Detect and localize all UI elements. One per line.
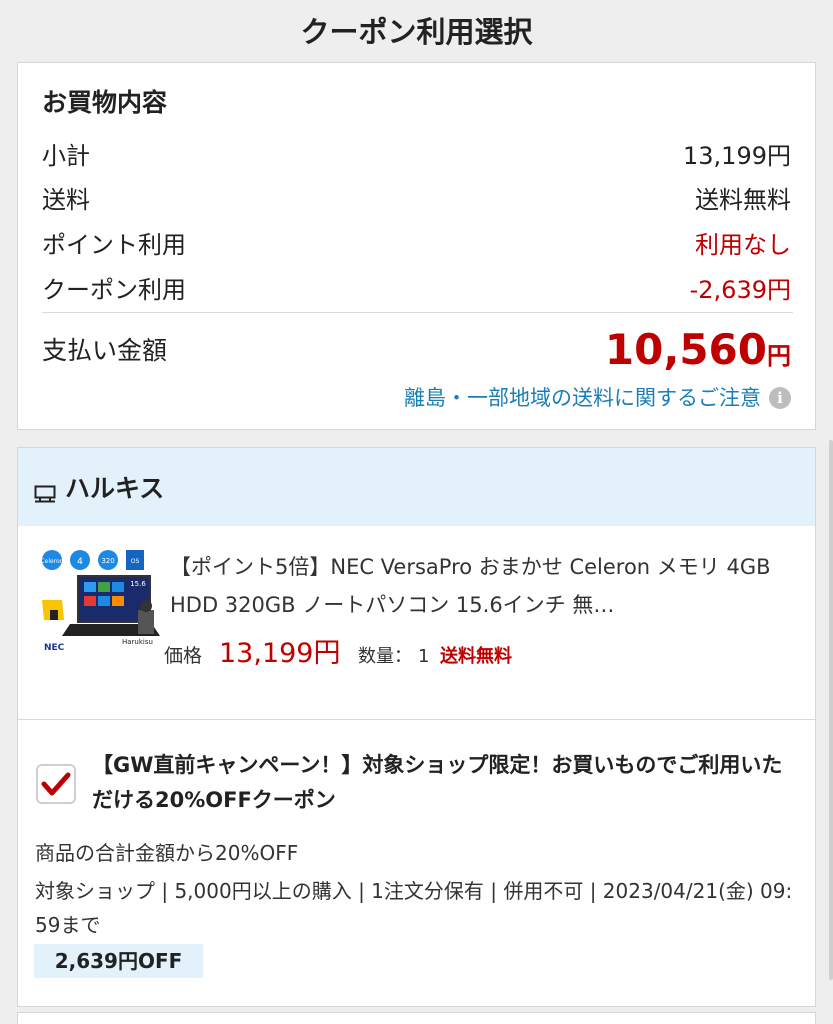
summary-divider (42, 312, 793, 313)
shipping-value: 送料無料 (695, 186, 791, 214)
shop-header[interactable]: ハルキス (18, 448, 815, 526)
thumb-cpu-badge: Celeron (40, 558, 63, 565)
thumb-hdd-badge: 320 (101, 557, 114, 565)
shop-icon (34, 485, 56, 503)
shipping-row: 送料 送料無料 (42, 183, 791, 217)
points-row: ポイント利用 利用なし (42, 228, 791, 262)
shop-name[interactable]: ハルキス (65, 472, 164, 506)
product-price: 13,199円 (219, 638, 341, 669)
total-label: 支払い金額 (42, 336, 168, 365)
checkmark-icon (41, 772, 71, 796)
subtotal-row: 小計 13,199円 (42, 139, 791, 173)
thumb-ram-badge: 4 (77, 557, 83, 567)
subtotal-value: 13,199円 (683, 142, 791, 170)
shipping-label: 送料 (42, 186, 90, 214)
subtotal-label: 小計 (42, 142, 90, 170)
product-thumbnail[interactable]: Celeron 4 320 OS 15.6 NEC Harukisu (40, 548, 168, 658)
coupon-use-value: -2,639円 (689, 276, 791, 304)
total-amount-number: 10,560 (604, 325, 767, 374)
shipping-notice-text[interactable]: 離島・一部地域の送料に関するご注意 (404, 386, 761, 410)
next-card-edge (17, 1012, 816, 1024)
card-divider (18, 719, 815, 720)
scrollbar[interactable] (829, 440, 833, 980)
product-title[interactable]: 【ポイント5倍】NEC VersaPro おまかせ Celeron メモリ 4G… (170, 548, 786, 624)
page-title: クーポン利用選択 (300, 15, 533, 49)
thumb-os-badge: OS (131, 558, 140, 565)
coupon-description: 商品の合計金額から20%OFF (35, 841, 299, 865)
shop-card: ハルキス Celeron 4 320 OS 15.6 NEC Harukisu … (17, 447, 816, 1007)
coupon-use-label: クーポン利用 (42, 276, 186, 304)
coupon-row: クーポン利用 -2,639円 (42, 273, 791, 307)
discount-badge: 2,639円OFF (34, 944, 203, 978)
total-amount-unit: 円 (767, 342, 791, 370)
price-label: 価格 (164, 645, 203, 667)
coupon-title[interactable]: 【GW直前キャンペーン！】対象ショップ限定！お買いものでご利用いただける20%O… (92, 748, 792, 818)
points-label: ポイント利用 (42, 231, 186, 259)
thumb-brand: NEC (44, 643, 65, 653)
coupon-checkbox[interactable] (36, 764, 76, 804)
order-summary: お買物内容 小計 13,199円 送料 送料無料 ポイント利用 利用なし クーポ… (17, 62, 816, 430)
total-amount: 10,560円 (605, 323, 791, 386)
free-shipping-badge: 送料無料 (440, 646, 512, 667)
thumb-screen-size: 15.6 (130, 580, 146, 588)
thumb-seller-logo: Harukisu (122, 638, 153, 646)
info-icon[interactable]: i (769, 387, 791, 409)
quantity-value: 1 (418, 646, 430, 667)
points-value: 利用なし (695, 231, 791, 259)
quantity-label: 数量： (358, 646, 412, 667)
shipping-notice-link[interactable]: 離島・一部地域の送料に関するご注意 i (404, 381, 791, 415)
summary-heading: お買物内容 (42, 88, 168, 117)
coupon-conditions: 対象ショップ | 5,000円以上の購入 | 1注文分保有 | 併用不可 | 2… (35, 879, 793, 937)
